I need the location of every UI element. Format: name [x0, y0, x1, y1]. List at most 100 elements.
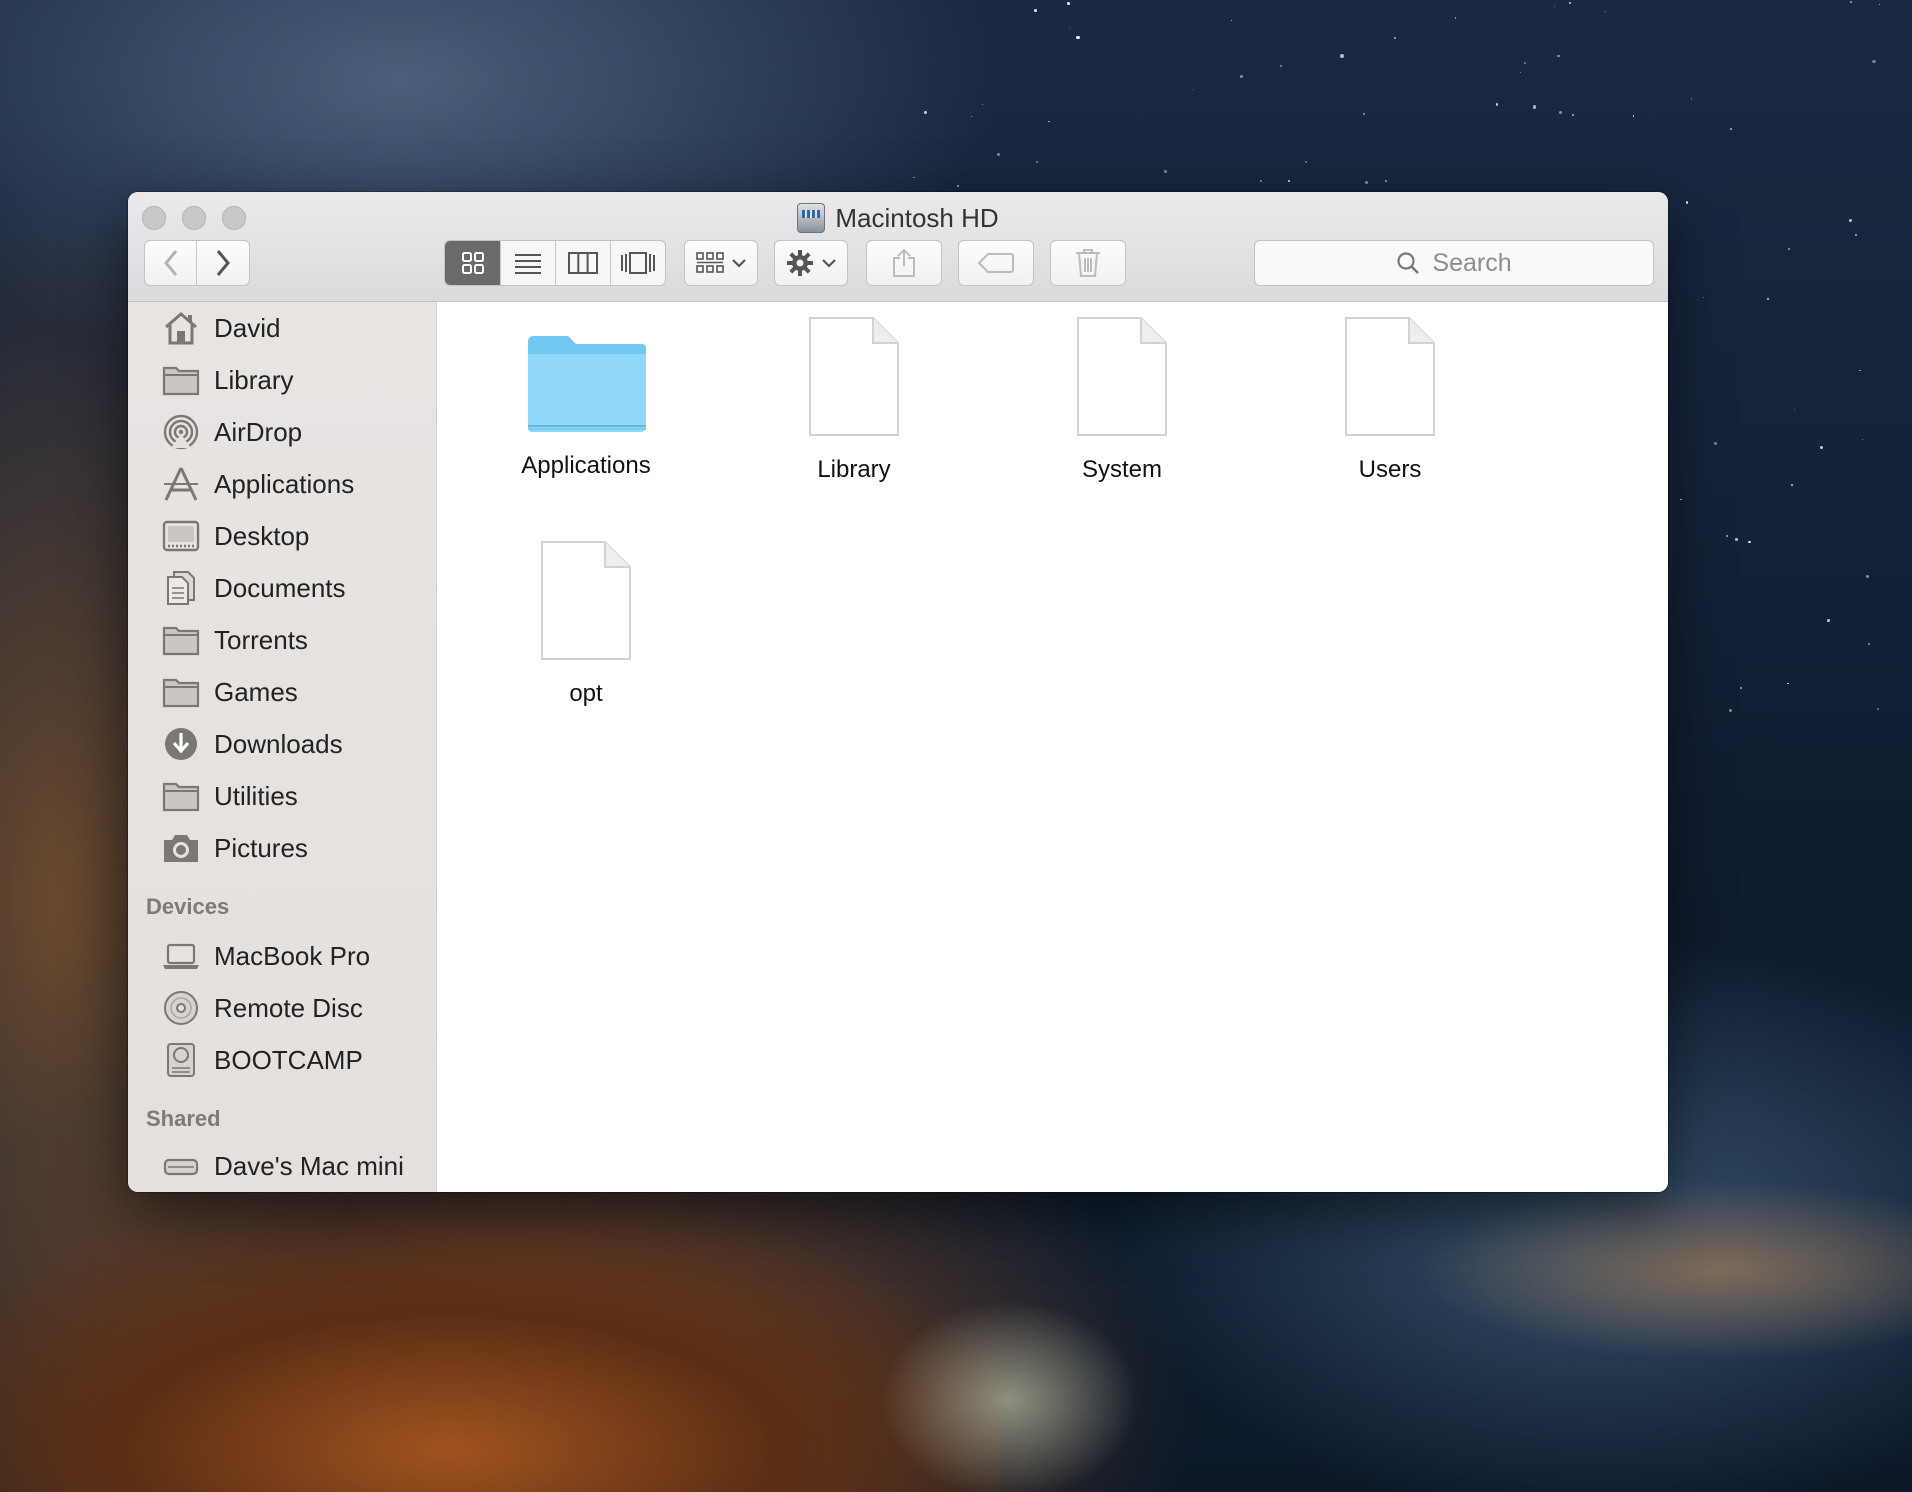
star: [1868, 643, 1870, 645]
sidebar-item-label: Utilities: [214, 780, 298, 811]
star: [1362, 112, 1365, 115]
finder-window: Macintosh HD Search David Library AirDro…: [128, 192, 1668, 1192]
star: [1569, 2, 1571, 4]
folder-icon: [162, 678, 200, 708]
star: [956, 184, 959, 188]
star: [1826, 619, 1830, 623]
star: [1571, 113, 1575, 117]
star: [1192, 89, 1195, 91]
icon-view-button[interactable]: [445, 241, 500, 285]
star: [1632, 115, 1635, 117]
sidebar-item-label: Library: [214, 364, 294, 395]
delete-button[interactable]: [1050, 240, 1126, 286]
share-button[interactable]: [866, 240, 942, 286]
file-item-library[interactable]: Library: [744, 316, 964, 484]
gear-icon: [787, 250, 813, 276]
sidebar-item-label: Dave's Mac mini: [214, 1150, 404, 1181]
file-item-system[interactable]: System: [1012, 316, 1232, 484]
star: [1454, 17, 1457, 20]
star: [1728, 708, 1732, 712]
star: [1304, 160, 1307, 163]
sidebar-item-airdrop[interactable]: AirDrop: [162, 410, 302, 454]
sidebar-item-label: Remote Disc: [214, 992, 363, 1023]
star: [1557, 55, 1560, 58]
star: [924, 111, 928, 114]
sidebar-item-label: AirDrop: [214, 416, 303, 447]
sidebar-item-macbook-pro[interactable]: MacBook Pro: [162, 934, 370, 978]
star: [1230, 19, 1232, 21]
file-item-label: System: [1081, 456, 1162, 483]
sidebar-item-bootcamp[interactable]: BOOTCAMP: [162, 1038, 363, 1082]
file-item-label: Applications: [521, 452, 651, 479]
star: [970, 116, 972, 118]
sidebar-item-remote-disc[interactable]: Remote Disc: [162, 986, 363, 1030]
star: [1036, 161, 1039, 164]
folder-icon: [162, 782, 200, 812]
star: [1495, 103, 1499, 106]
file-item-opt[interactable]: opt: [476, 540, 696, 708]
tags-button[interactable]: [958, 240, 1034, 286]
sidebar-item-utilities[interactable]: Utilities: [162, 774, 298, 818]
star: [1048, 120, 1051, 123]
hard-drive-icon: [167, 1043, 195, 1077]
sidebar-item-desktop[interactable]: Desktop: [162, 514, 309, 558]
star: [1558, 110, 1562, 114]
chevron-left-icon: [163, 250, 177, 276]
folder-icon: [162, 626, 200, 656]
sidebar-item-applications[interactable]: Applications: [162, 462, 354, 506]
star: [913, 176, 915, 178]
sidebar-item-downloads[interactable]: Downloads: [162, 722, 343, 766]
sidebar-item-documents[interactable]: Documents: [162, 566, 346, 610]
document-icon: [541, 541, 631, 660]
cover-flow-view-button[interactable]: [610, 241, 665, 285]
star: [1554, 5, 1556, 7]
back-button[interactable]: [145, 241, 197, 285]
star: [1865, 575, 1870, 579]
arrange-menu-button[interactable]: [684, 240, 758, 286]
document-icon: [1077, 317, 1167, 436]
window-title-text: Macintosh HD: [835, 202, 999, 233]
applications-icon: [164, 467, 198, 501]
star: [1394, 37, 1396, 40]
home-icon: [165, 312, 197, 345]
sidebar-item-pictures[interactable]: Pictures: [162, 826, 308, 870]
column-view-button[interactable]: [555, 241, 610, 285]
search-placeholder: Search: [1432, 248, 1512, 277]
mac-mini-icon: [163, 1158, 199, 1176]
star: [1849, 218, 1853, 222]
view-mode-segmented-control: [444, 240, 666, 286]
star: [1068, 26, 1070, 29]
action-menu-button[interactable]: [774, 240, 848, 286]
navigation-buttons: [144, 240, 250, 286]
file-item-label: Library: [817, 456, 891, 483]
folder-icon: [162, 366, 200, 396]
list-view-button[interactable]: [500, 241, 555, 285]
document-icon: [809, 317, 899, 436]
sidebar-item-label: Pictures: [214, 832, 308, 863]
sidebar-item-library[interactable]: Library: [162, 358, 293, 402]
star: [1067, 2, 1071, 6]
search-icon: [1397, 252, 1420, 274]
star: [1740, 686, 1743, 689]
star: [1726, 535, 1729, 538]
sidebar-item-david[interactable]: David: [162, 306, 280, 350]
star: [1788, 248, 1790, 250]
search-field[interactable]: Search: [1254, 240, 1654, 286]
sidebar-item-torrents[interactable]: Torrents: [162, 618, 308, 662]
star: [1239, 75, 1243, 79]
sidebar-item-label: Desktop: [214, 520, 310, 551]
star: [1877, 708, 1879, 710]
file-item-users[interactable]: Users: [1280, 316, 1500, 484]
star: [1879, 3, 1881, 5]
sidebar-item-games[interactable]: Games: [162, 670, 298, 714]
sidebar-item-label: MacBook Pro: [214, 940, 371, 971]
sidebar-item-daves-mac-mini[interactable]: Dave's Mac mini: [162, 1144, 404, 1188]
forward-button[interactable]: [197, 241, 249, 285]
list-view-icon: [515, 254, 541, 274]
sidebar-item-label: David: [214, 312, 281, 343]
star: [1532, 105, 1536, 109]
camera-icon: [164, 835, 198, 862]
star: [1820, 445, 1824, 449]
file-item-applications[interactable]: Applications: [476, 322, 696, 480]
sidebar-item-label: Downloads: [214, 728, 343, 759]
